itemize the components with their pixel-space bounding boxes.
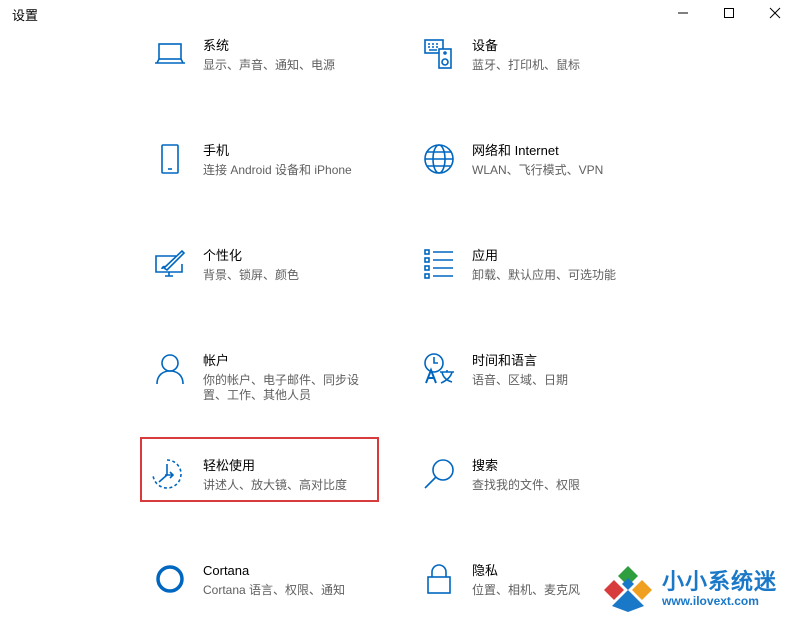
item-description: 查找我的文件、权限 [472, 478, 581, 492]
watermark-url: www.ilovext.com [662, 594, 759, 608]
person-icon [153, 352, 187, 386]
item-description: Cortana 语言、权限、通知 [203, 583, 346, 597]
laptop-icon [153, 37, 187, 71]
item-name: 帐户 [203, 353, 230, 368]
keyboard-speaker-icon [422, 37, 456, 71]
watermark-logo-icon [600, 564, 656, 619]
close-button[interactable] [752, 0, 792, 26]
settings-item-search[interactable]: 搜索 查找我的文件、权限 [422, 457, 672, 527]
item-name: 应用 [472, 248, 499, 263]
item-name: 系统 [203, 38, 230, 53]
item-name: 手机 [203, 143, 230, 158]
minimize-button[interactable] [660, 0, 706, 26]
settings-item-cortana[interactable]: Cortana Cortana 语言、权限、通知 [153, 562, 403, 632]
settings-item-system[interactable]: 系统 显示、声音、通知、电源 [153, 37, 403, 107]
highlight-box [140, 437, 379, 502]
settings-item-time-language[interactable]: 时间和语言 语音、区域、日期 [422, 352, 672, 422]
time-language-icon [422, 352, 456, 386]
item-name: 隐私 [472, 563, 499, 578]
item-description: 显示、声音、通知、电源 [203, 58, 336, 72]
phone-icon [153, 142, 187, 176]
minimize-icon [677, 7, 689, 19]
settings-item-apps[interactable]: 应用 卸载、默认应用、可选功能 [422, 247, 672, 317]
settings-item-accounts[interactable]: 帐户 你的帐户、电子邮件、同步设 置、工作、其他人员 [153, 352, 403, 422]
item-description: 你的帐户、电子邮件、同步设 [203, 373, 360, 387]
item-name: 网络和 Internet [472, 143, 559, 158]
item-description: 蓝牙、打印机、鼠标 [472, 58, 581, 72]
item-description: 卸载、默认应用、可选功能 [472, 268, 617, 282]
cortana-ring-icon [153, 562, 187, 596]
title-bar: 设置 [0, 0, 792, 30]
globe-icon [422, 142, 456, 176]
settings-item-phone[interactable]: 手机 连接 Android 设备和 iPhone [153, 142, 403, 212]
item-description: 语音、区域、日期 [472, 373, 569, 387]
item-description-line2: 置、工作、其他人员 [203, 388, 312, 402]
item-name: 设备 [472, 38, 499, 53]
watermark: 小小系统迷 www.ilovext.com [600, 560, 790, 616]
magnifier-icon [422, 457, 456, 491]
item-description: 位置、相机、麦克风 [472, 583, 581, 597]
maximize-button[interactable] [706, 0, 752, 26]
settings-item-devices[interactable]: 设备 蓝牙、打印机、鼠标 [422, 37, 672, 107]
item-name: 时间和语言 [472, 353, 538, 368]
item-description: 背景、锁屏、颜色 [203, 268, 300, 282]
settings-item-network[interactable]: 网络和 Internet WLAN、飞行模式、VPN [422, 142, 672, 212]
watermark-title: 小小系统迷 [662, 570, 778, 595]
item-name: Cortana [203, 563, 250, 578]
close-icon [769, 7, 781, 19]
item-name: 个性化 [203, 248, 243, 263]
window-title: 设置 [12, 8, 39, 23]
maximize-icon [723, 7, 735, 19]
settings-item-personalization[interactable]: 个性化 背景、锁屏、颜色 [153, 247, 403, 317]
lock-icon [422, 562, 456, 596]
apps-list-icon [422, 247, 456, 281]
item-description: 连接 Android 设备和 iPhone [203, 163, 352, 177]
item-description: WLAN、飞行模式、VPN [472, 163, 604, 177]
paint-screen-icon [153, 247, 187, 281]
item-name: 搜索 [472, 458, 499, 473]
